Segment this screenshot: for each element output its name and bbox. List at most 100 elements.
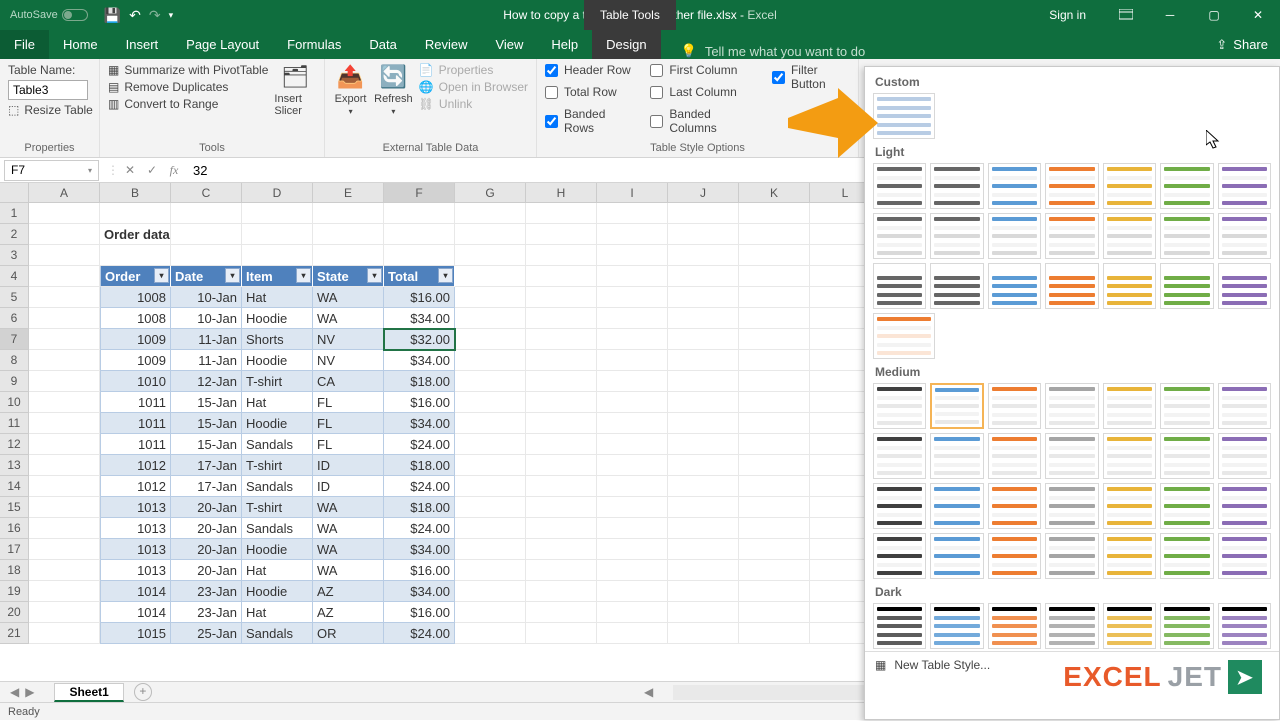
style-swatch[interactable] xyxy=(873,313,935,359)
cell[interactable]: 15-Jan xyxy=(171,392,242,413)
cell[interactable] xyxy=(739,245,810,266)
style-swatch[interactable] xyxy=(873,163,926,209)
style-swatch[interactable] xyxy=(1218,163,1271,209)
cell[interactable] xyxy=(739,392,810,413)
style-swatch[interactable] xyxy=(1160,433,1213,479)
tab-insert[interactable]: Insert xyxy=(112,30,173,59)
cell[interactable] xyxy=(739,602,810,623)
cell[interactable] xyxy=(29,539,100,560)
cell[interactable]: Hat xyxy=(242,287,313,308)
share-button[interactable]: ⇪ Share xyxy=(1216,30,1268,59)
column-header[interactable]: E xyxy=(313,183,384,202)
cell[interactable]: Order data xyxy=(100,224,171,245)
style-swatch[interactable] xyxy=(1045,383,1098,429)
style-swatch[interactable] xyxy=(988,433,1041,479)
autosave-toggle[interactable]: AutoSave xyxy=(10,9,88,21)
cell[interactable] xyxy=(29,476,100,497)
cell[interactable]: Item▾ xyxy=(242,266,313,287)
cell[interactable] xyxy=(455,266,526,287)
cell[interactable]: $34.00 xyxy=(384,350,455,371)
cell[interactable] xyxy=(739,560,810,581)
cell[interactable] xyxy=(455,434,526,455)
cell[interactable] xyxy=(29,266,100,287)
cell[interactable] xyxy=(455,308,526,329)
cell[interactable]: 1011 xyxy=(100,413,171,434)
cell[interactable]: $18.00 xyxy=(384,371,455,392)
cell[interactable] xyxy=(668,392,739,413)
cell[interactable] xyxy=(526,455,597,476)
row-header[interactable]: 20 xyxy=(0,602,28,623)
row-header[interactable]: 12 xyxy=(0,434,28,455)
insert-slicer-button[interactable]: 🗂 Insert Slicer xyxy=(274,63,316,117)
close-icon[interactable]: ✕ xyxy=(1236,0,1280,30)
cell[interactable] xyxy=(739,623,810,644)
cell[interactable]: 20-Jan xyxy=(171,497,242,518)
cell[interactable]: 1014 xyxy=(100,602,171,623)
cell[interactable] xyxy=(526,329,597,350)
cell[interactable] xyxy=(597,266,668,287)
column-header[interactable]: F xyxy=(384,183,455,202)
cell[interactable]: FL xyxy=(313,392,384,413)
select-all-corner[interactable] xyxy=(0,183,29,203)
cell[interactable] xyxy=(29,350,100,371)
cell[interactable] xyxy=(29,434,100,455)
cell[interactable] xyxy=(526,623,597,644)
style-swatch[interactable] xyxy=(873,263,926,309)
cell[interactable]: 20-Jan xyxy=(171,518,242,539)
cell[interactable]: T-shirt xyxy=(242,371,313,392)
style-swatch[interactable] xyxy=(1103,263,1156,309)
row-header[interactable]: 19 xyxy=(0,581,28,602)
cell[interactable]: 1015 xyxy=(100,623,171,644)
cell[interactable]: Hoodie xyxy=(242,539,313,560)
cell[interactable] xyxy=(100,203,171,224)
cell[interactable] xyxy=(384,224,455,245)
cell[interactable] xyxy=(455,329,526,350)
cell[interactable] xyxy=(526,434,597,455)
style-swatch[interactable] xyxy=(1103,163,1156,209)
sheet-tab-1[interactable]: Sheet1 xyxy=(54,683,123,702)
cell[interactable]: ID xyxy=(313,476,384,497)
cell[interactable]: $16.00 xyxy=(384,560,455,581)
cell[interactable]: 1009 xyxy=(100,350,171,371)
cell[interactable]: Sandals xyxy=(242,518,313,539)
save-icon[interactable]: 💾 xyxy=(104,7,121,24)
cell[interactable] xyxy=(597,203,668,224)
cell[interactable] xyxy=(29,518,100,539)
cell[interactable]: 1009 xyxy=(100,329,171,350)
cell[interactable] xyxy=(668,371,739,392)
cell[interactable] xyxy=(526,287,597,308)
style-swatch[interactable] xyxy=(988,383,1041,429)
cell[interactable] xyxy=(29,371,100,392)
cell[interactable]: $34.00 xyxy=(384,539,455,560)
style-swatch[interactable] xyxy=(1045,533,1098,579)
cell[interactable] xyxy=(29,287,100,308)
cell[interactable]: 1013 xyxy=(100,560,171,581)
cell[interactable]: OR xyxy=(313,623,384,644)
row-header[interactable]: 2 xyxy=(0,224,28,245)
cell[interactable]: Date▾ xyxy=(171,266,242,287)
cell[interactable] xyxy=(739,350,810,371)
style-swatch[interactable] xyxy=(1103,603,1156,649)
cell[interactable] xyxy=(597,308,668,329)
style-swatch[interactable] xyxy=(1218,603,1271,649)
cell[interactable] xyxy=(739,455,810,476)
filter-dropdown-icon[interactable]: ▾ xyxy=(154,268,169,283)
row-header[interactable]: 17 xyxy=(0,539,28,560)
cell[interactable]: Hoodie xyxy=(242,350,313,371)
row-header[interactable]: 1 xyxy=(0,203,28,224)
cell[interactable] xyxy=(597,329,668,350)
style-swatch[interactable] xyxy=(1045,603,1098,649)
cell[interactable]: 17-Jan xyxy=(171,476,242,497)
cell[interactable]: 11-Jan xyxy=(171,350,242,371)
cell[interactable] xyxy=(597,476,668,497)
cell[interactable] xyxy=(455,350,526,371)
cell[interactable] xyxy=(455,581,526,602)
accept-formula-icon[interactable]: ✓ xyxy=(141,163,163,177)
cell[interactable] xyxy=(597,455,668,476)
cell[interactable] xyxy=(455,539,526,560)
cell[interactable] xyxy=(526,245,597,266)
cell[interactable]: 1012 xyxy=(100,455,171,476)
cell[interactable]: FL xyxy=(313,413,384,434)
row-header[interactable]: 5 xyxy=(0,287,28,308)
cancel-formula-icon[interactable]: ✕ xyxy=(119,163,141,177)
